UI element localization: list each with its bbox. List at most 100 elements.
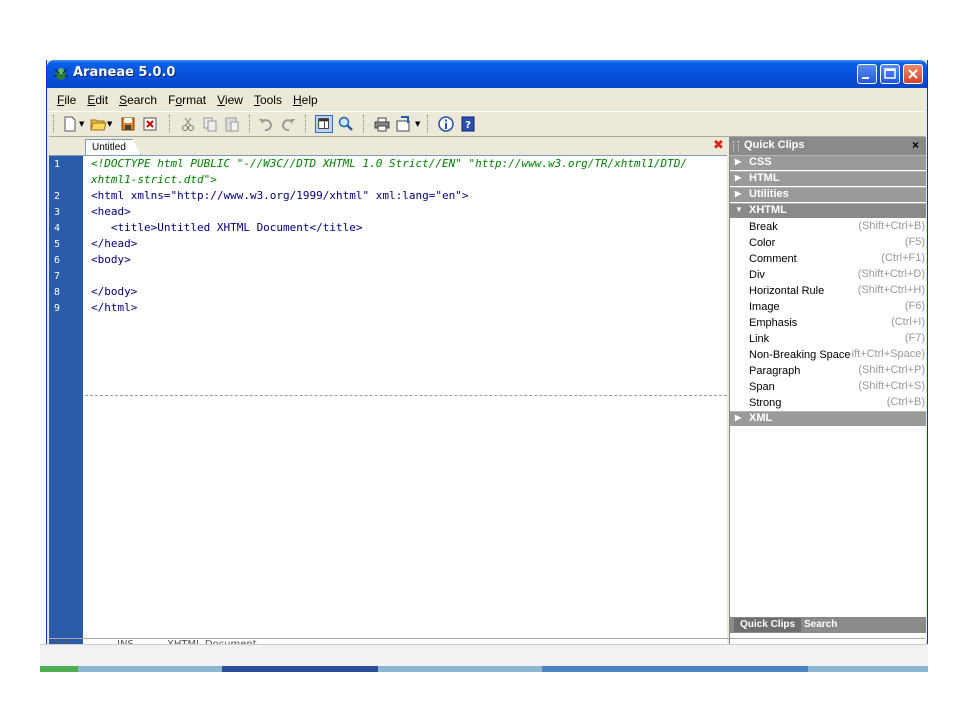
tab-untitled[interactable]: Untitled [85,139,141,155]
menu-tools[interactable]: Tools [248,90,287,107]
help-icon[interactable]: ? [459,115,477,133]
maximize-button[interactable] [880,64,900,84]
close-tab-icon[interactable]: ✖ [713,139,724,153]
copy-icon[interactable] [201,115,219,133]
clip-name: Paragraph [749,365,801,377]
menu-file[interactable]: File [51,90,81,107]
toolbar-grip-5[interactable] [363,115,367,133]
menu-view-label: iew [224,93,243,107]
toolbar-grip[interactable] [53,115,57,133]
minimize-button[interactable] [857,64,877,84]
redo-icon[interactable] [279,115,297,133]
clip-image[interactable]: Image (F6) [730,299,926,315]
category-css[interactable]: ▶ CSS [730,155,926,170]
toolbar-grip-2[interactable] [169,115,173,133]
line-number-gutter: 1 2 3 4 5 6 7 8 9 [49,156,83,651]
clip-name: Span [749,381,775,393]
close-window-button[interactable] [903,64,923,84]
menu-edit-label: dit [95,93,109,107]
clip-shortcut: (Shift+Ctrl+D) [855,268,925,280]
code-line[interactable]: </html> [91,300,137,316]
category-utilities[interactable]: ▶ Utilities [730,187,926,202]
new-document-icon[interactable] [61,115,79,133]
toolbar-grip-6[interactable] [427,115,431,133]
quick-clips-header[interactable]: Quick Clips × [730,137,926,155]
clip-name: Break [749,221,778,233]
clip-horizontal-rule[interactable]: Horizontal Rule (Shift+Ctrl+H) [730,283,926,299]
window-title: Araneae 5.0.0 [73,65,176,80]
toolbar-grip-3[interactable] [249,115,253,133]
tab-search[interactable]: Search [798,618,843,632]
menu-format[interactable]: Format [162,90,211,107]
clip-strong[interactable]: Strong (Ctrl+B) [730,395,926,411]
clip-break[interactable]: Break (Shift+Ctrl+B) [730,219,926,235]
clip-name: Div [749,269,765,281]
code-line[interactable]: <!DOCTYPE html PUBLIC "-//W3C//DTD XHTML… [91,156,687,172]
preview-icon[interactable] [315,115,333,133]
print-icon[interactable] [373,115,391,133]
category-html[interactable]: ▶ HTML [730,171,926,186]
clip-name: Image [749,301,780,313]
clip-shortcut: (Ctrl+I) [889,316,925,328]
expand-arrow-icon: ▶ [735,157,742,166]
open-folder-icon[interactable] [89,115,107,133]
code-line[interactable]: </body> [91,284,137,300]
save-icon[interactable] [119,115,137,133]
code-line[interactable]: </head> [91,236,137,252]
close-panel-icon[interactable]: × [912,138,919,152]
clip-shortcut: (F5) [902,236,925,248]
menu-search-accel: S [119,93,128,107]
find-icon[interactable] [337,115,355,133]
taskbar-item[interactable] [222,666,378,672]
category-label: XML [749,412,773,424]
clip-non-breaking-space[interactable]: Non-Breaking Space ift+Ctrl+Space) [730,347,926,363]
clip-shortcut: (Shift+Ctrl+B) [856,220,925,232]
publish-icon[interactable] [395,115,413,133]
info-icon[interactable] [437,115,455,133]
undo-icon[interactable] [257,115,275,133]
taskbar-item[interactable] [542,666,808,672]
category-label: CSS [749,156,772,168]
line-number: 8 [54,287,61,298]
tab-quick-clips[interactable]: Quick Clips [734,618,802,632]
line-number: 3 [54,207,61,218]
clip-comment[interactable]: Comment (Ctrl+F1) [730,251,926,267]
clip-link[interactable]: Link (F7) [730,331,926,347]
clip-span[interactable]: Span (Shift+Ctrl+S) [730,379,926,395]
clip-div[interactable]: Div (Shift+Ctrl+D) [730,267,926,283]
close-document-icon[interactable] [141,115,159,133]
code-line[interactable]: <title>Untitled XHTML Document</title> [91,220,363,236]
menu-help[interactable]: Help [287,90,323,107]
clip-shortcut: (Shift+Ctrl+P) [856,364,925,376]
collapse-arrow-icon: ▼ [735,205,743,214]
publish-dropdown-icon[interactable]: ▼ [415,120,423,138]
clip-emphasis[interactable]: Emphasis (Ctrl+I) [730,315,926,331]
line-number: 9 [54,303,61,314]
menu-edit[interactable]: Edit [81,90,113,107]
category-xhtml[interactable]: ▼ XHTML [730,203,926,218]
paste-icon[interactable] [223,115,241,133]
clip-name: Comment [749,253,797,265]
open-dropdown-icon[interactable]: ▼ [107,120,115,138]
clip-paragraph[interactable]: Paragraph (Shift+Ctrl+P) [730,363,926,379]
maximize-icon [884,68,896,79]
category-xml[interactable]: ▶ XML [730,411,926,426]
new-dropdown-icon[interactable]: ▼ [79,120,87,138]
menu-search[interactable]: Search [113,90,162,107]
clip-color[interactable]: Color (F5) [730,235,926,251]
menu-view[interactable]: View [211,90,248,107]
expand-arrow-icon: ▶ [735,189,742,198]
clip-shortcut: (Ctrl+F1) [879,252,925,264]
code-line[interactable]: <html xmlns="http://www.w3.org/1999/xhtm… [91,188,469,204]
code-line[interactable]: xhtml1-strict.dtd"> [91,172,217,188]
start-button[interactable] [40,666,78,672]
title-bar[interactable]: Araneae 5.0.0 [47,60,927,88]
toolbar-grip-4[interactable] [305,115,309,133]
code-line[interactable]: <body> [91,252,131,268]
cut-icon[interactable] [179,115,197,133]
menu-help-accel: H [292,93,302,107]
panel-grip-icon[interactable] [733,141,739,151]
expand-arrow-icon: ▶ [735,413,742,422]
toolbar: ▼ ▼ ▼ ? [49,111,925,137]
code-line[interactable]: <head> [91,204,131,220]
